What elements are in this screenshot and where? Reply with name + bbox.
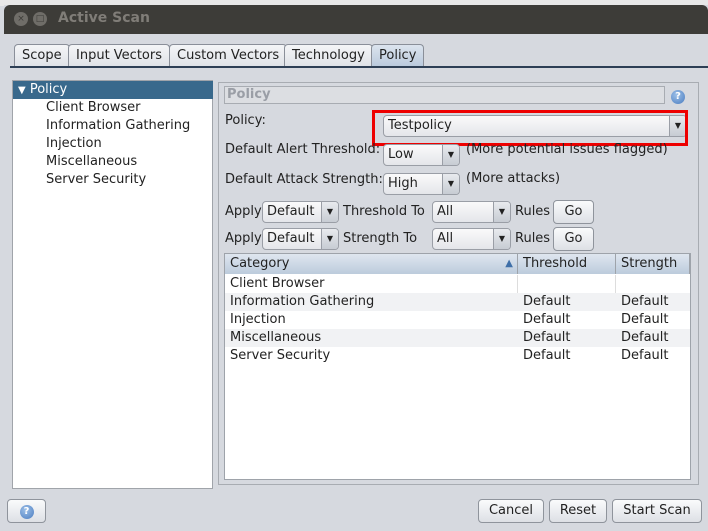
cell-strength: Default (621, 294, 669, 309)
column-header-strength[interactable]: Strength (616, 254, 690, 274)
tab-scope[interactable]: Scope (14, 44, 70, 67)
tree-node-information-gathering[interactable]: Information Gathering (46, 117, 190, 135)
tab-policy[interactable]: Policy (371, 44, 425, 67)
tree-node-label: Policy (29, 82, 68, 97)
help-icon: ? (19, 505, 34, 519)
policy-tree: ▼ Policy Client Browser Information Gath… (12, 80, 213, 489)
cell-category: Injection (230, 312, 286, 327)
chevron-down-icon: ▼ (442, 145, 459, 165)
cell-threshold (518, 275, 616, 293)
tab-custom-vectors[interactable]: Custom Vectors (169, 44, 288, 67)
strength-select[interactable]: High ▼ (383, 173, 460, 195)
strength-value: High (388, 176, 418, 191)
threshold-select[interactable]: Low ▼ (383, 144, 460, 166)
chevron-down-icon: ▼ (493, 229, 510, 249)
chevron-down-icon: ▼ (493, 202, 510, 222)
cell-strength: Default (621, 330, 669, 345)
column-header-category[interactable]: Category ▲ (225, 254, 518, 274)
tree-node-policy[interactable]: ▼ Policy (13, 81, 213, 99)
threshold-value: Low (388, 147, 414, 162)
footer-help-button[interactable]: ? (7, 499, 46, 523)
expand-icon[interactable]: ▼ (18, 85, 26, 96)
select-value: Default (267, 204, 315, 219)
threshold-to-label: Threshold To (343, 204, 425, 219)
select-value: All (437, 204, 454, 219)
cell-strength (616, 275, 621, 293)
select-value: All (437, 231, 454, 246)
strength-target-select[interactable]: All ▼ (432, 228, 511, 250)
strength-to-label: Strength To (343, 231, 418, 246)
cell-strength: Default (621, 348, 669, 363)
go-threshold-button[interactable]: Go (553, 200, 594, 224)
tree-node-client-browser[interactable]: Client Browser (46, 99, 140, 117)
apply-strength-select[interactable]: Default ▼ (262, 228, 339, 250)
cell-category: Client Browser (225, 275, 518, 293)
highlight-box (372, 110, 688, 146)
go-strength-button[interactable]: Go (553, 227, 594, 251)
table-row[interactable]: Server Security Default Default (225, 347, 690, 365)
close-icon[interactable]: × (14, 12, 28, 26)
table-row[interactable]: Miscellaneous Default Default (225, 329, 690, 347)
header-label: Category (230, 256, 290, 271)
tree-node-server-security[interactable]: Server Security (46, 171, 146, 189)
cell-category: Miscellaneous (230, 330, 322, 345)
column-header-threshold[interactable]: Threshold (518, 254, 616, 274)
cancel-button[interactable]: Cancel (478, 499, 544, 523)
cell-threshold: Default (523, 330, 571, 345)
chevron-down-icon: ▼ (442, 174, 459, 194)
sort-ascending-icon: ▲ (505, 258, 513, 269)
reset-button[interactable]: Reset (549, 499, 607, 523)
start-scan-button[interactable]: Start Scan (612, 499, 702, 523)
panel-header: Policy (224, 86, 665, 104)
table-row[interactable]: Injection Default Default (225, 311, 690, 329)
table-row[interactable]: Information Gathering Default Default (225, 293, 690, 311)
threshold-label: Default Alert Threshold: (225, 142, 381, 157)
cell-threshold: Default (523, 294, 571, 309)
apply-label: Apply (225, 231, 262, 246)
rules-label: Rules (515, 231, 551, 246)
strength-label: Default Attack Strength: (225, 172, 383, 187)
chevron-down-icon: ▼ (321, 202, 338, 222)
tab-input-vectors[interactable]: Input Vectors (68, 44, 170, 67)
table-row[interactable]: Client Browser (225, 275, 690, 293)
cell-threshold: Default (523, 348, 571, 363)
chevron-down-icon: ▼ (321, 229, 338, 249)
cell-category: Information Gathering (230, 294, 375, 309)
policy-label: Policy: (225, 113, 266, 128)
select-value: Default (267, 231, 315, 246)
apply-label: Apply (225, 204, 262, 219)
threshold-note: (More potential issues flagged) (466, 142, 668, 157)
strength-note: (More attacks) (466, 171, 561, 186)
tab-technology[interactable]: Technology (284, 44, 373, 67)
threshold-target-select[interactable]: All ▼ (432, 201, 511, 223)
tree-node-injection[interactable]: Injection (46, 135, 102, 153)
cell-threshold: Default (523, 312, 571, 327)
cell-strength: Default (621, 312, 669, 327)
help-icon[interactable]: ? (671, 90, 685, 104)
maximize-icon[interactable]: □ (33, 12, 47, 26)
cell-category: Server Security (230, 348, 331, 363)
tab-divider (10, 66, 708, 68)
tree-node-miscellaneous[interactable]: Miscellaneous (46, 153, 137, 171)
window-title: Active Scan (58, 10, 150, 26)
category-table: Category ▲ Threshold Strength Client Brow… (224, 253, 691, 480)
rules-label: Rules (515, 204, 551, 219)
apply-threshold-select[interactable]: Default ▼ (262, 201, 339, 223)
